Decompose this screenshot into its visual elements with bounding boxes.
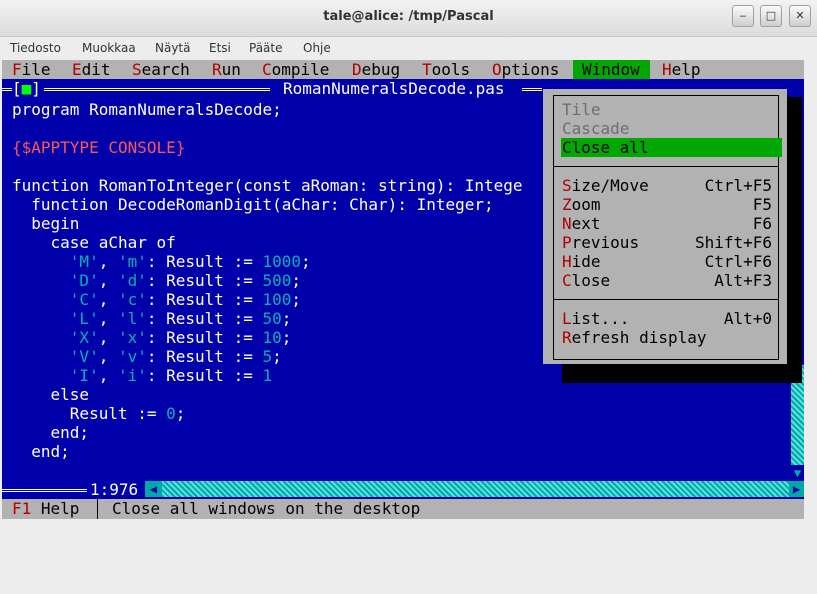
- code-line: 'M', 'm': Result := 1000;: [69, 252, 311, 271]
- ide-menu-help[interactable]: Help: [662, 60, 701, 79]
- status-message: Close all windows on the desktop: [112, 499, 421, 518]
- close-box-icon[interactable]: [■]: [12, 79, 41, 98]
- close-window-button[interactable]: ✕: [789, 5, 811, 27]
- menu-item-previous[interactable]: Previous Shift+F6: [562, 233, 782, 252]
- ide-statusbar: F1 Help Close all windows on the desktop: [2, 499, 804, 519]
- code-line: case aChar of: [12, 233, 176, 252]
- code-line: 'V', 'v': Result := 5;: [69, 347, 282, 366]
- menu-nayta[interactable]: Näytä: [155, 41, 191, 55]
- ide-menu-options[interactable]: Options: [492, 60, 559, 79]
- menu-ohje[interactable]: Ohje: [303, 41, 331, 55]
- ide-menu-run[interactable]: Run: [212, 60, 241, 79]
- code-line: 'I', 'i': Result := 1: [69, 366, 273, 385]
- menu-item-next[interactable]: Next F6: [562, 214, 782, 233]
- code-line: 'D', 'd': Result := 500;: [69, 271, 302, 290]
- ide-menu-window[interactable]: Window: [573, 60, 650, 79]
- maximize-button[interactable]: □: [760, 5, 782, 27]
- code-line: end;: [12, 442, 70, 461]
- menu-item-zoom[interactable]: Zoom F5: [562, 195, 782, 214]
- code-line: else: [12, 385, 90, 404]
- menu-item-size-move[interactable]: Size/Move Ctrl+F5: [562, 176, 782, 195]
- ide-menu-search[interactable]: Search: [132, 60, 190, 79]
- menu-item-hide[interactable]: Hide Ctrl+F6: [562, 252, 782, 271]
- ide-menu-debug[interactable]: Debug: [352, 60, 400, 79]
- minimize-button[interactable]: ‒: [732, 5, 754, 27]
- scroll-left-arrow-icon[interactable]: ◀: [145, 481, 162, 497]
- menu-item-close[interactable]: Close Alt+F3: [562, 271, 782, 290]
- status-help-hint[interactable]: F1 Help: [12, 499, 79, 519]
- code-line: Result := 0;: [12, 404, 186, 423]
- code-line: end;: [12, 423, 90, 442]
- ide-menubar: File Edit Search Run Compile Debug Tools…: [2, 60, 804, 79]
- status-divider: [97, 499, 98, 519]
- menu-item-cascade[interactable]: Cascade: [562, 119, 782, 138]
- ide-menu-file[interactable]: File: [12, 60, 51, 79]
- menu-etsi[interactable]: Etsi: [209, 41, 231, 55]
- cursor-position: 1:976: [90, 480, 139, 499]
- ide-menu-edit[interactable]: Edit: [72, 60, 111, 79]
- code-line: function DecodeRomanDigit(aChar: Char): …: [12, 195, 494, 214]
- code-line-directive: {$APPTYPE CONSOLE}: [12, 138, 186, 157]
- window-menu-dropdown: Tile Cascade Close all Size/Move Ctrl+F5 …: [543, 89, 787, 364]
- menu-item-tile[interactable]: Tile: [562, 100, 782, 119]
- editor-filename: RomanNumeralsDecode.pas: [283, 79, 505, 98]
- menu-item-refresh-display[interactable]: Refresh display: [562, 328, 782, 347]
- scroll-right-arrow-icon[interactable]: ▶: [789, 481, 804, 497]
- menu-separator: [553, 166, 779, 167]
- code-line: 'X', 'x': Result := 10;: [69, 328, 292, 347]
- window-titlebar: tale@alice: /tmp/Pascal ‒ □ ✕: [0, 0, 817, 37]
- code-line: 'C', 'c': Result := 100;: [69, 290, 302, 309]
- code-line: 'L', 'l': Result := 50;: [69, 309, 292, 328]
- horizontal-scrollbar[interactable]: [162, 481, 789, 497]
- scroll-down-arrow-icon[interactable]: ▼: [791, 465, 804, 481]
- dropdown-shadow: [562, 364, 802, 383]
- terminal-menubar: Tiedosto Muokkaa Näytä Etsi Pääte Ohje: [0, 37, 817, 60]
- menu-paate[interactable]: Pääte: [249, 41, 283, 55]
- ide-menu-compile[interactable]: Compile: [262, 60, 329, 79]
- terminal[interactable]: File Edit Search Run Compile Debug Tools…: [2, 60, 804, 519]
- code-line: begin: [12, 214, 80, 233]
- menu-item-list[interactable]: List... Alt+0: [562, 309, 782, 328]
- dropdown-shadow: [787, 97, 802, 364]
- menu-separator: [553, 299, 779, 300]
- menu-muokkaa[interactable]: Muokkaa: [82, 41, 136, 55]
- window-title: tale@alice: /tmp/Pascal: [323, 9, 494, 24]
- ide-menu-tools[interactable]: Tools: [422, 60, 470, 79]
- code-line: function RomanToInteger(const aRoman: st…: [12, 176, 523, 195]
- menu-item-close-all[interactable]: Close all: [561, 138, 782, 157]
- code-line: program RomanNumeralsDecode;: [12, 100, 282, 119]
- menu-tiedosto[interactable]: Tiedosto: [10, 41, 61, 55]
